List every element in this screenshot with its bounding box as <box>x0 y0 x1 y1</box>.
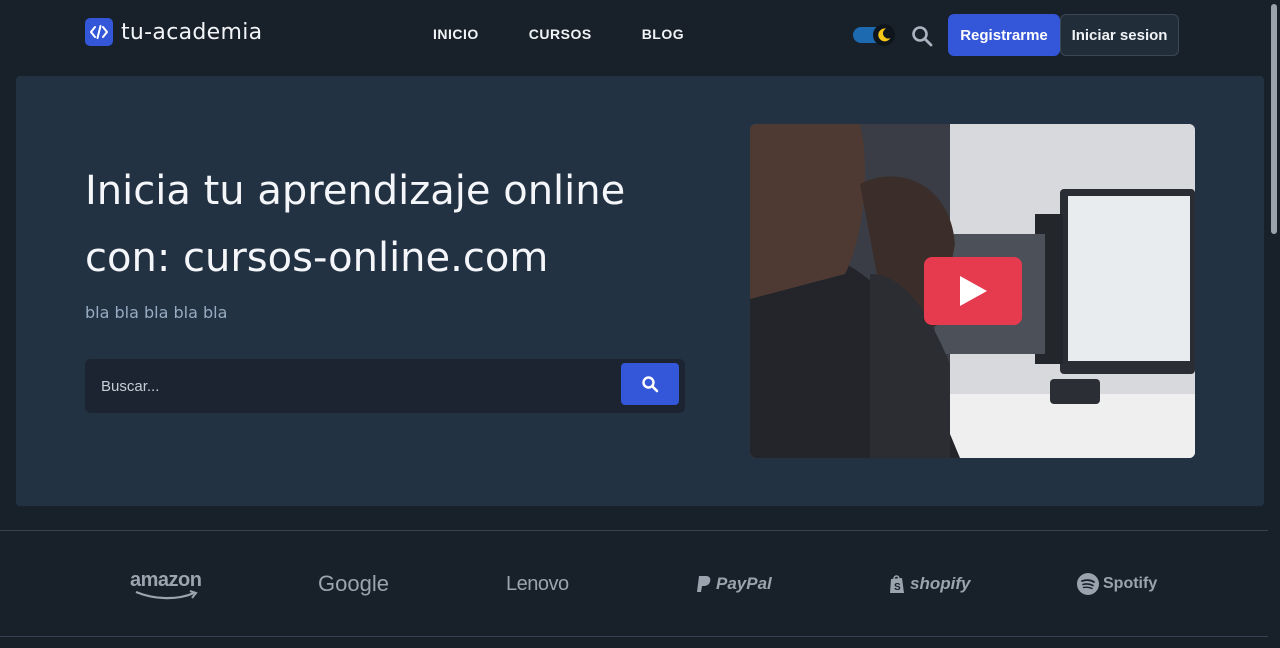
nav-item-blog[interactable]: BLOG <box>642 26 684 42</box>
site-header: tu-academia INICIO CURSOS BLOG Registrar… <box>0 0 1268 70</box>
hero-title-line1: Inicia tu aprendizaje online <box>85 168 626 214</box>
brand-name: amazon <box>130 568 202 591</box>
theme-toggle[interactable] <box>853 24 895 46</box>
lenovo-logo: Lenovo <box>506 560 569 608</box>
divider <box>0 530 1268 531</box>
page-scrollbar[interactable] <box>1268 0 1280 648</box>
hero-subtitle: bla bla bla bla bla <box>85 303 228 322</box>
paypal-icon <box>697 576 711 592</box>
divider <box>0 636 1268 637</box>
spotify-logo: Spotify <box>1077 560 1157 608</box>
paypal-logo: PayPal <box>696 560 772 608</box>
search-submit-button[interactable] <box>621 363 679 405</box>
code-icon <box>85 18 113 46</box>
nav-item-cursos[interactable]: CURSOS <box>529 26 592 42</box>
search-input[interactable] <box>85 359 615 413</box>
main-nav: INICIO CURSOS BLOG <box>433 26 684 42</box>
brand-name: Lenovo <box>506 572 569 595</box>
google-logo: Google <box>318 560 389 608</box>
shopify-icon: S <box>890 575 904 593</box>
hero-title: Inicia tu aprendizaje online con: cursos… <box>85 158 705 292</box>
brand-name: PayPal <box>716 574 772 593</box>
scrollbar-thumb[interactable] <box>1271 4 1277 234</box>
play-icon <box>960 276 987 306</box>
course-search <box>85 359 685 413</box>
hero-title-line2: con: cursos-online.com <box>85 235 549 281</box>
brand-name: Google <box>318 571 389 596</box>
brand-logos: amazon Google Lenovo PayPal S shopify Sp… <box>0 560 1268 610</box>
nav-item-inicio[interactable]: INICIO <box>433 26 479 42</box>
shopify-logo: S shopify <box>888 560 970 608</box>
brand-name: Spotify <box>1103 575 1158 592</box>
search-icon <box>642 376 659 393</box>
site-logo[interactable]: tu-academia <box>85 18 262 46</box>
moon-icon <box>873 24 895 46</box>
hero-section: Inicia tu aprendizaje online con: cursos… <box>16 76 1264 506</box>
amazon-logo: amazon <box>130 560 202 608</box>
svg-text:S: S <box>894 582 901 593</box>
login-button[interactable]: Iniciar sesion <box>1060 14 1179 56</box>
hero-video[interactable] <box>750 124 1195 458</box>
search-icon[interactable] <box>910 24 934 48</box>
logo-text: tu-academia <box>121 19 263 45</box>
brand-name: shopify <box>910 574 971 593</box>
spotify-icon <box>1077 573 1099 595</box>
play-button[interactable] <box>924 257 1022 325</box>
register-button[interactable]: Registrarme <box>948 14 1060 56</box>
